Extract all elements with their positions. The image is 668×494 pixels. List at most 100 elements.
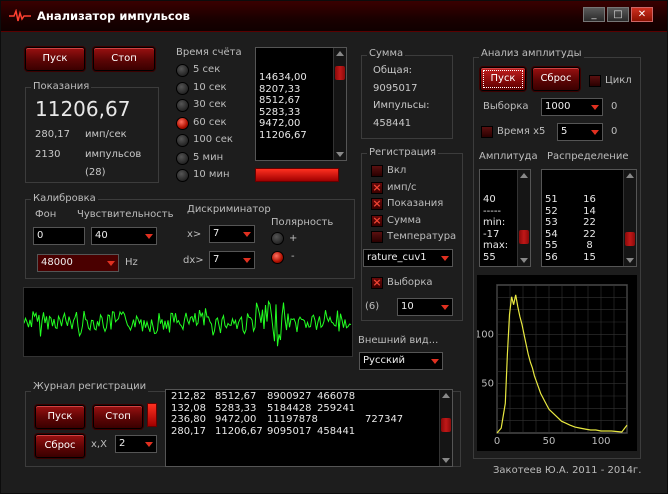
table-cell: 11206,67	[215, 425, 263, 437]
scroll-up-icon[interactable]	[520, 173, 528, 178]
title-bar[interactable]: Анализатор импульсов _ □ ✕	[1, 1, 667, 32]
registration-checkbox[interactable]: ×	[371, 214, 383, 227]
count-time-radio[interactable]	[176, 169, 189, 182]
xx-combo[interactable]: 2	[115, 435, 157, 453]
close-button[interactable]: ✕	[631, 7, 653, 22]
polarity-plus-radio[interactable]	[271, 232, 284, 245]
list-item: 8512,67	[259, 95, 301, 106]
sensitivity-label: Чувствительность	[77, 209, 174, 220]
time-x5-combo[interactable]: 5	[557, 123, 603, 141]
disc-dx-label: dx>	[183, 255, 204, 266]
table-cell: 458441	[317, 425, 356, 437]
frequency-combo-value: 48000	[41, 257, 73, 268]
journal-stop-button[interactable]: Стоп	[93, 405, 143, 429]
count-time-option-label: 5 сек	[193, 64, 221, 75]
scroll-up-icon[interactable]	[336, 51, 344, 56]
sample-checkbox[interactable]: ×	[371, 277, 383, 289]
list-item: 5283,33	[259, 106, 301, 118]
scroll-down-icon[interactable]	[336, 152, 344, 157]
registration-combo[interactable]: rature_cuv1	[363, 249, 453, 267]
chevron-down-icon	[145, 234, 153, 239]
table-cell: 727347	[365, 414, 404, 425]
registration-checkbox[interactable]: ×	[371, 165, 383, 177]
distribution-list[interactable]: 51 16 52 14 53 22 54 22 55 8 56 15	[541, 169, 637, 267]
count-time-radio[interactable]	[176, 81, 189, 95]
xx-value: 2	[119, 438, 126, 449]
scroll-thumb[interactable]	[441, 418, 451, 432]
background-label: Фон	[35, 209, 57, 220]
count-time-radio[interactable]	[176, 151, 189, 165]
cycle-checkbox[interactable]: ×	[589, 75, 601, 87]
sum-title: Сумма	[367, 48, 406, 59]
amplitude-list[interactable]: 40 ----- min: -17 max: 55	[479, 169, 531, 267]
main-window: Анализатор импульсов _ □ ✕ Пуск Стоп Пок…	[0, 0, 668, 494]
registration-title: Регистрация	[367, 147, 439, 158]
minimize-button[interactable]: _	[583, 7, 605, 22]
list-item: 51 16	[545, 194, 596, 205]
table-cell: 132,08	[171, 402, 206, 414]
table-cell: 236,80	[171, 414, 206, 425]
table-row: 236,80 9472,00 11197878 727347	[169, 414, 449, 426]
sample-combo[interactable]: 10	[397, 298, 453, 316]
amp-scrollbar[interactable]	[517, 170, 530, 266]
rate-unit: имп/сек	[85, 129, 127, 140]
registration-item-label: Температура	[387, 231, 457, 242]
count-time-radio[interactable]	[176, 134, 189, 147]
window-title: Анализатор импульсов	[37, 9, 190, 23]
waveform-line	[23, 299, 352, 347]
registration-checkbox[interactable]: ×	[371, 181, 383, 194]
amp-sample-combo[interactable]: 1000	[541, 98, 603, 116]
calibration-title: Калибровка	[31, 193, 98, 204]
results-scrollbar[interactable]	[333, 48, 346, 160]
disc-x-label: x>	[187, 229, 202, 240]
table-cell: 11197878	[267, 414, 318, 425]
registration-checkbox[interactable]: ×	[371, 231, 383, 243]
polarity-minus-radio[interactable]	[271, 251, 284, 264]
chevron-down-icon	[107, 261, 115, 266]
sum-pulses-value: 458441	[373, 118, 412, 129]
scroll-down-icon[interactable]	[442, 458, 450, 463]
frequency-combo[interactable]: 48000	[37, 254, 119, 272]
amplitude-reset-button[interactable]: Сброс	[532, 67, 580, 91]
count-time-option-label: 100 сек	[193, 134, 233, 145]
scroll-up-icon[interactable]	[626, 173, 634, 178]
dist-scrollbar[interactable]	[623, 170, 636, 266]
sensitivity-combo[interactable]: 40	[91, 227, 157, 245]
journal-start-button[interactable]: Пуск	[35, 405, 85, 429]
journal-list[interactable]: 212,82 8512,67 8900927 466078 132,08 5283,33 5…	[165, 389, 453, 467]
polarity-label: Полярность	[271, 217, 334, 228]
background-input[interactable]: 0	[33, 227, 85, 245]
scroll-up-icon[interactable]	[442, 393, 450, 398]
main-reading-value: 11206,67	[35, 97, 131, 121]
start-button[interactable]: Пуск	[25, 47, 85, 71]
count-time-radio[interactable]	[176, 116, 189, 130]
time-x5-zero: 0	[611, 126, 618, 137]
journal-reset-button[interactable]: Сброс	[35, 434, 85, 458]
progress-bar	[255, 168, 339, 182]
count-time-option-label: 10 сек	[193, 81, 227, 93]
journal-title: Журнал регистрации	[31, 381, 149, 392]
language-combo[interactable]: Русский	[359, 352, 443, 370]
journal-scrollbar[interactable]	[439, 390, 452, 466]
results-list[interactable]: 14634,00 8207,33 8512,67 5283,33 9472,00 1120…	[255, 47, 347, 161]
amplitude-start-button[interactable]: Пуск	[480, 67, 526, 91]
count-time-radio[interactable]	[176, 99, 189, 112]
table-cell: 280,17	[171, 425, 206, 437]
table-cell: 212,82	[171, 391, 206, 402]
maximize-button[interactable]: □	[607, 7, 629, 22]
scroll-down-icon[interactable]	[520, 258, 528, 263]
scroll-down-icon[interactable]	[626, 258, 634, 263]
sample-combo-value: 10	[401, 301, 414, 312]
count-time-radio[interactable]	[176, 64, 189, 77]
time-x5-checkbox[interactable]: ×	[481, 126, 493, 138]
disc-x-combo[interactable]: 7	[209, 225, 255, 243]
stop-button[interactable]: Стоп	[93, 47, 155, 71]
registration-checkbox[interactable]: ×	[371, 198, 383, 210]
registration-combo-value: rature_cuv1	[367, 252, 427, 263]
scroll-thumb[interactable]	[519, 230, 529, 244]
waveform-display	[23, 287, 353, 357]
disc-dx-combo[interactable]: 7	[209, 251, 255, 269]
readings-title: Показания	[31, 81, 92, 92]
scroll-thumb[interactable]	[335, 66, 345, 80]
scroll-thumb[interactable]	[625, 232, 635, 246]
